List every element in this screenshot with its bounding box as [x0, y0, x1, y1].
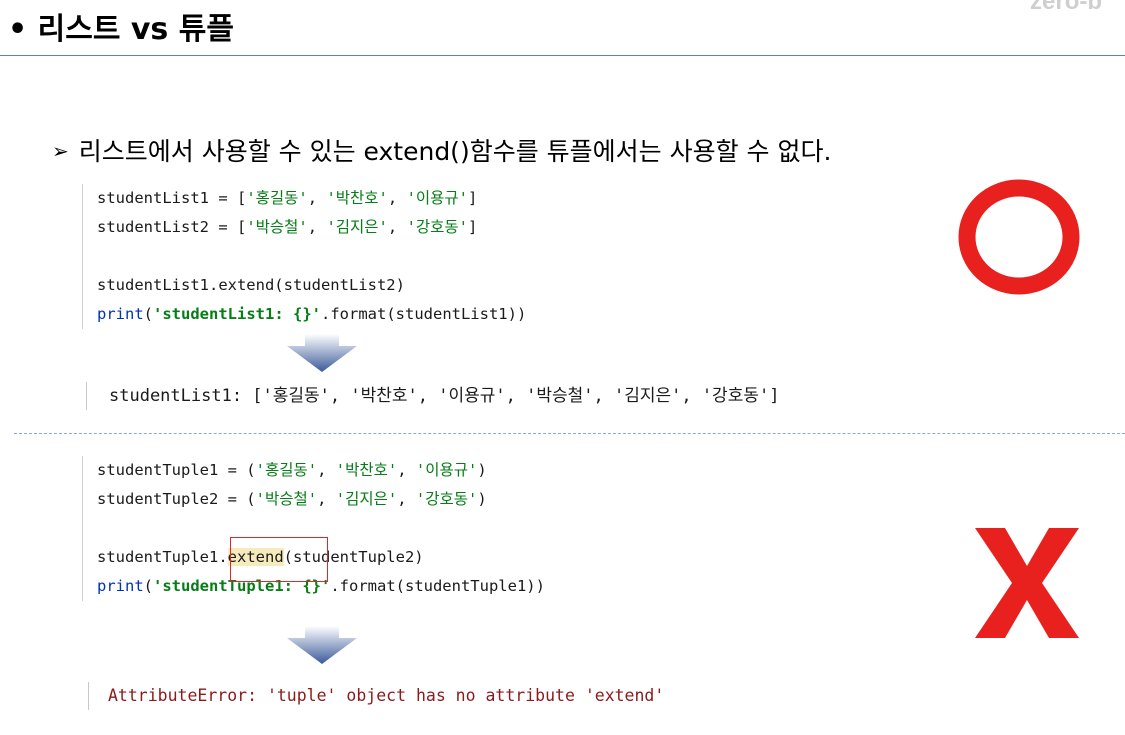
code-line: studentTuple1 = ('홍길동', '박찬호', '이용규') [97, 461, 487, 479]
code-line: studentList1.extend(studentList2) [97, 276, 405, 294]
arrow-bullet-icon: ➢ [52, 139, 69, 163]
list-output: studentList1: ['홍길동', '박찬호', '이용규', '박승철… [86, 382, 779, 410]
correct-circle-icon [958, 179, 1080, 295]
bullet-text: 리스트에서 사용할 수 있는 extend()함수를 튜플에서는 사용할 수 없… [78, 137, 832, 166]
code-line: studentList1 = ['홍길동', '박찬호', '이용규'] [97, 189, 478, 207]
error-output: AttributeError: 'tuple' object has no at… [88, 682, 664, 710]
list-code-block: studentList1 = ['홍길동', '박찬호', '이용규'] stu… [82, 184, 526, 329]
slide-title: • 리스트 vs 튜플 [8, 12, 234, 47]
section-divider [14, 433, 1125, 434]
code-line: studentList2 = ['박승철', '김지은', '강호동'] [97, 218, 478, 236]
extend-callout-box [230, 537, 328, 582]
down-arrow-icon [287, 334, 357, 372]
wrong-x-icon [975, 528, 1079, 638]
corner-logo-text: zero-b [1030, 0, 1102, 15]
code-line: print('studentList1: {}'.format(studentL… [97, 305, 527, 323]
down-arrow-icon [287, 626, 357, 664]
bullet-statement: ➢ 리스트에서 사용할 수 있는 extend()함수를 튜플에서는 사용할 수 … [52, 132, 831, 168]
code-line: studentTuple2 = ('박승철', '김지은', '강호동') [97, 490, 487, 508]
title-underline [0, 55, 1125, 56]
